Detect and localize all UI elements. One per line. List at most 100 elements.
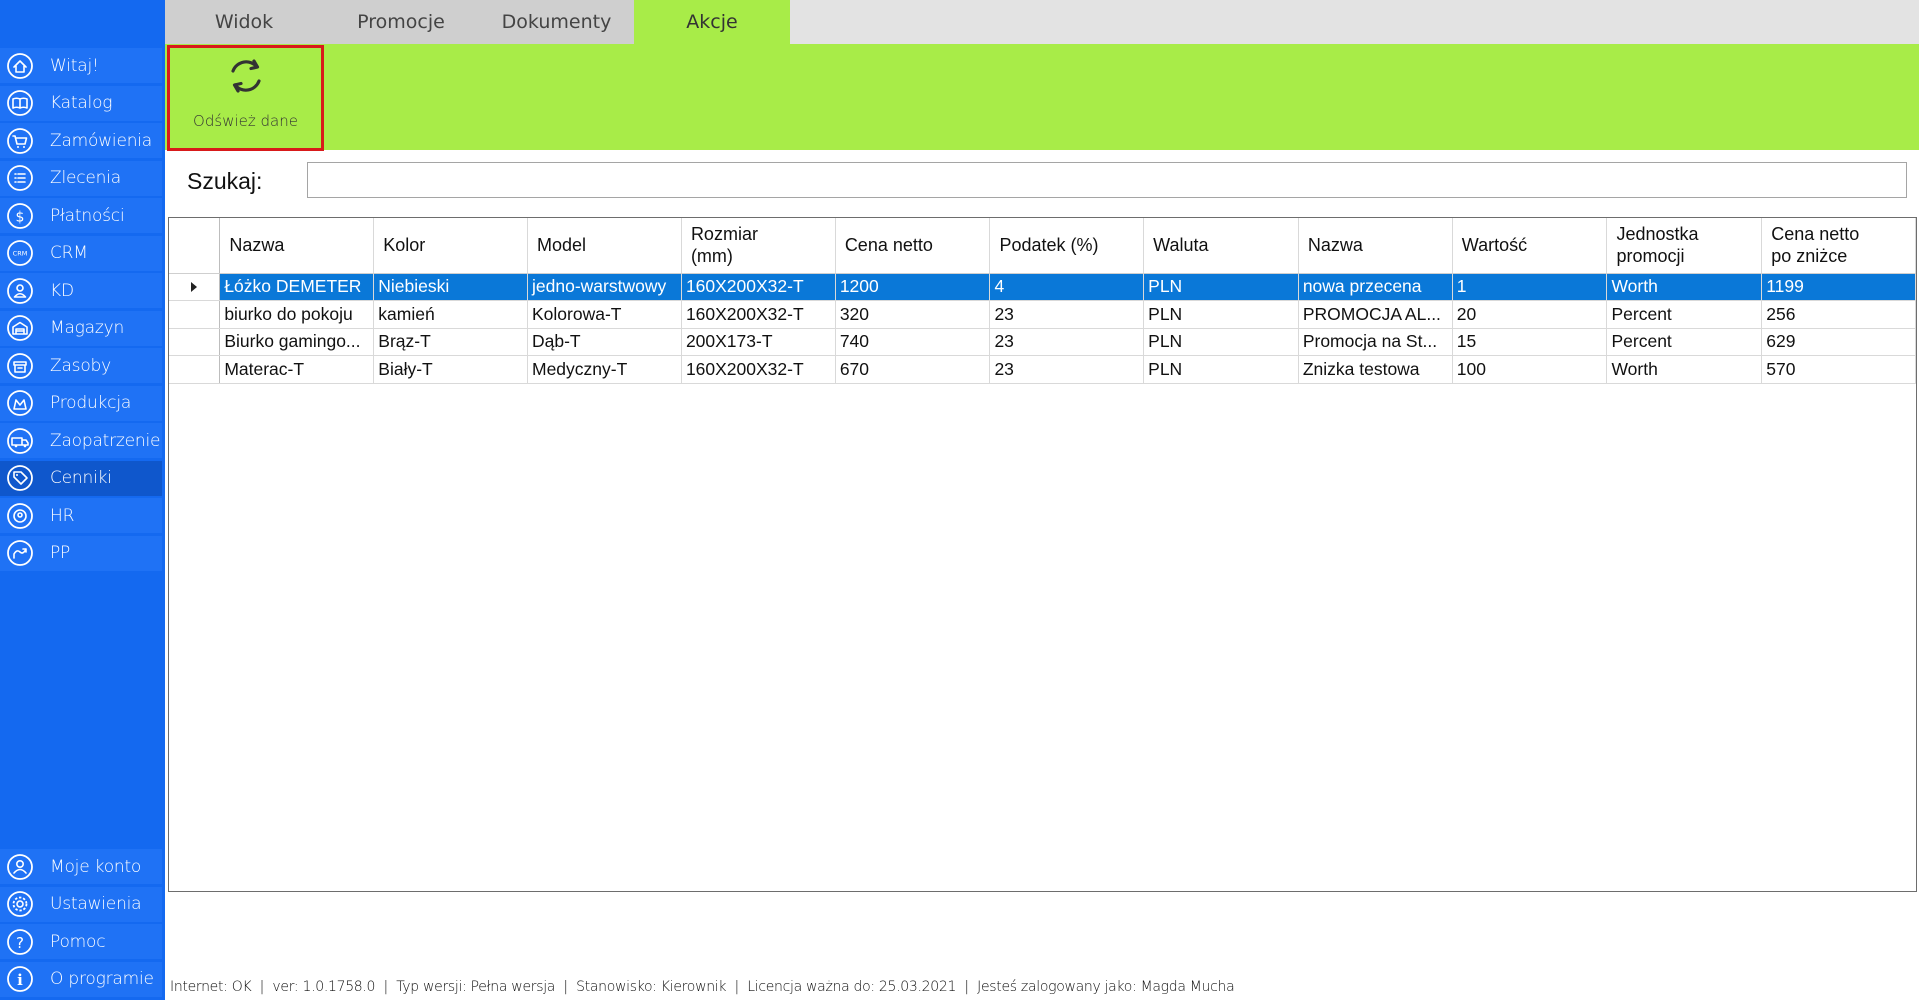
tab-dokumenty[interactable]: Dokumenty bbox=[479, 0, 634, 44]
column-header[interactable]: Jednostka promocji bbox=[1606, 218, 1763, 274]
column-header[interactable]: Nazwa bbox=[1298, 218, 1453, 274]
table-cell[interactable]: PLN bbox=[1143, 273, 1299, 301]
table-cell[interactable]: PLN bbox=[1143, 300, 1299, 329]
table-cell[interactable]: Znizka testowa bbox=[1298, 355, 1453, 384]
table-cell[interactable]: jedno-warstwowy bbox=[527, 273, 682, 301]
table-cell[interactable]: Percent bbox=[1606, 300, 1763, 329]
column-header[interactable]: Nazwa bbox=[219, 218, 375, 274]
table-cell[interactable]: 15 bbox=[1452, 328, 1608, 356]
pp-icon bbox=[5, 538, 35, 568]
table-cell[interactable]: 670 bbox=[835, 355, 991, 384]
column-header[interactable]: Cena netto bbox=[835, 218, 991, 274]
row-header[interactable] bbox=[169, 273, 221, 301]
column-header[interactable]: Kolor bbox=[373, 218, 528, 274]
sidebar-item-płatności[interactable]: $ Płatności bbox=[0, 198, 162, 233]
table-cell[interactable]: PROMOCJA AL... bbox=[1298, 300, 1453, 329]
table-row[interactable]: Łóżko DEMETER Niebieski jedno-warstwowy 160… bbox=[169, 273, 1916, 301]
column-header[interactable]: Rozmiar (mm) bbox=[681, 218, 836, 274]
table-cell[interactable]: 20 bbox=[1452, 300, 1608, 329]
column-header[interactable]: Cena netto po zniżce bbox=[1761, 218, 1916, 274]
sidebar-item-zamówienia[interactable]: Zamówienia bbox=[0, 123, 162, 158]
sidebar-item-produkcja[interactable]: Produkcja bbox=[0, 385, 162, 421]
table-cell[interactable]: 1200 bbox=[835, 273, 991, 301]
sidebar-item-label: KD bbox=[50, 280, 74, 301]
table-row[interactable]: biurko do pokoju kamień Kolorowa-T 160X200X… bbox=[169, 300, 1916, 329]
table-cell[interactable]: 1199 bbox=[1761, 273, 1916, 301]
table-cell[interactable]: Percent bbox=[1606, 328, 1763, 356]
sidebar-item-label: HR bbox=[50, 505, 75, 526]
sidebar-item-pomoc[interactable]: ? Pomoc bbox=[0, 924, 162, 959]
sidebar-item-pp[interactable]: PP bbox=[0, 535, 162, 571]
sidebar-item-label: Witaj! bbox=[50, 55, 99, 76]
sidebar-item-ustawienia[interactable]: Ustawienia bbox=[0, 886, 162, 922]
table-row[interactable]: Biurko gamingo... Brąz-T Dąb-T 200X173-T 740… bbox=[169, 328, 1916, 356]
table-cell[interactable]: 570 bbox=[1761, 355, 1916, 384]
sidebar-item-zlecenia[interactable]: Zlecenia bbox=[0, 160, 162, 196]
row-header[interactable] bbox=[169, 300, 221, 329]
sidebar-item-moje-konto[interactable]: Moje konto bbox=[0, 849, 162, 884]
table-cell[interactable]: 160X200X32-T bbox=[681, 355, 836, 384]
table-cell[interactable]: Dąb-T bbox=[527, 328, 682, 356]
sidebar-item-cenniki[interactable]: Cenniki bbox=[0, 460, 162, 496]
sidebar-item-witaj[interactable]: Witaj! bbox=[0, 48, 162, 83]
table-cell[interactable]: Worth bbox=[1606, 273, 1763, 301]
table-cell[interactable]: 23 bbox=[989, 355, 1145, 384]
sidebar-item-o-programie[interactable]: i O programie bbox=[0, 961, 162, 997]
column-header[interactable]: Model bbox=[527, 218, 682, 274]
table-cell[interactable]: PLN bbox=[1143, 328, 1299, 356]
status-separator: | bbox=[956, 979, 978, 995]
crm-icon: CRM bbox=[5, 238, 35, 268]
sidebar-item-zasoby[interactable]: Zasoby bbox=[0, 348, 162, 383]
table-cell[interactable]: 740 bbox=[835, 328, 991, 356]
status-item: Licencja ważna do: 25.03.2021 bbox=[747, 979, 957, 995]
table-cell[interactable]: 4 bbox=[989, 273, 1145, 301]
sidebar-item-label: CRM bbox=[50, 243, 88, 263]
table-cell[interactable]: biurko do pokoju bbox=[219, 300, 375, 329]
dollar-icon: $ bbox=[5, 201, 35, 231]
table-cell[interactable]: 23 bbox=[989, 328, 1145, 356]
column-header[interactable]: Wartość bbox=[1452, 218, 1608, 274]
promotions-grid: Nazwa Kolor Model Rozmiar (mm) Cena netto Pod… bbox=[168, 217, 1917, 892]
column-header[interactable]: Podatek (%) bbox=[989, 218, 1145, 274]
book-icon bbox=[5, 88, 35, 118]
refresh-data-button[interactable]: Odśwież dane bbox=[167, 45, 324, 151]
tab-promocje[interactable]: Promocje bbox=[323, 0, 479, 44]
table-cell[interactable]: 256 bbox=[1761, 300, 1916, 329]
sidebar-item-magazyn[interactable]: Magazyn bbox=[0, 310, 162, 346]
table-cell[interactable]: 1 bbox=[1452, 273, 1608, 301]
refresh-data-label: Odśwież dane bbox=[193, 112, 298, 130]
table-cell[interactable]: Niebieski bbox=[373, 273, 528, 301]
table-row[interactable]: Materac-T Biały-T Medyczny-T 160X200X32-T 67… bbox=[169, 355, 1916, 384]
row-header[interactable] bbox=[169, 328, 221, 356]
table-cell[interactable]: Biały-T bbox=[373, 355, 528, 384]
sidebar-item-katalog[interactable]: Katalog bbox=[0, 85, 162, 121]
table-cell[interactable]: 100 bbox=[1452, 355, 1608, 384]
table-cell[interactable]: Brąz-T bbox=[373, 328, 528, 356]
table-cell[interactable]: Medyczny-T bbox=[527, 355, 682, 384]
column-header[interactable]: Waluta bbox=[1143, 218, 1299, 274]
table-cell[interactable]: Worth bbox=[1606, 355, 1763, 384]
table-cell[interactable]: 160X200X32-T bbox=[681, 273, 836, 301]
sidebar-item-hr[interactable]: HR bbox=[0, 498, 162, 533]
table-cell[interactable]: 23 bbox=[989, 300, 1145, 329]
table-cell[interactable]: 160X200X32-T bbox=[681, 300, 836, 329]
row-header[interactable] bbox=[169, 355, 221, 384]
table-cell[interactable]: 629 bbox=[1761, 328, 1916, 356]
table-cell[interactable]: nowa przecena bbox=[1298, 273, 1453, 301]
table-cell[interactable]: kamień bbox=[373, 300, 528, 329]
tab-akcje[interactable]: Akcje bbox=[634, 0, 790, 44]
table-cell[interactable]: Materac-T bbox=[219, 355, 375, 384]
tab-widok[interactable]: Widok bbox=[165, 0, 323, 44]
table-cell[interactable]: Promocja na St... bbox=[1298, 328, 1453, 356]
table-cell[interactable]: Kolorowa-T bbox=[527, 300, 682, 329]
sidebar-item-kd[interactable]: KD bbox=[0, 273, 162, 308]
box-icon bbox=[5, 351, 35, 381]
table-cell[interactable]: Łóżko DEMETER bbox=[219, 273, 375, 301]
table-cell[interactable]: PLN bbox=[1143, 355, 1299, 384]
table-cell[interactable]: Biurko gamingo... bbox=[219, 328, 375, 356]
sidebar-item-zaopatrzenie[interactable]: Zaopatrzenie bbox=[0, 423, 162, 458]
table-cell[interactable]: 320 bbox=[835, 300, 991, 329]
search-input[interactable] bbox=[307, 162, 1907, 198]
sidebar-item-crm[interactable]: CRM CRM bbox=[0, 235, 162, 271]
table-cell[interactable]: 200X173-T bbox=[681, 328, 836, 356]
